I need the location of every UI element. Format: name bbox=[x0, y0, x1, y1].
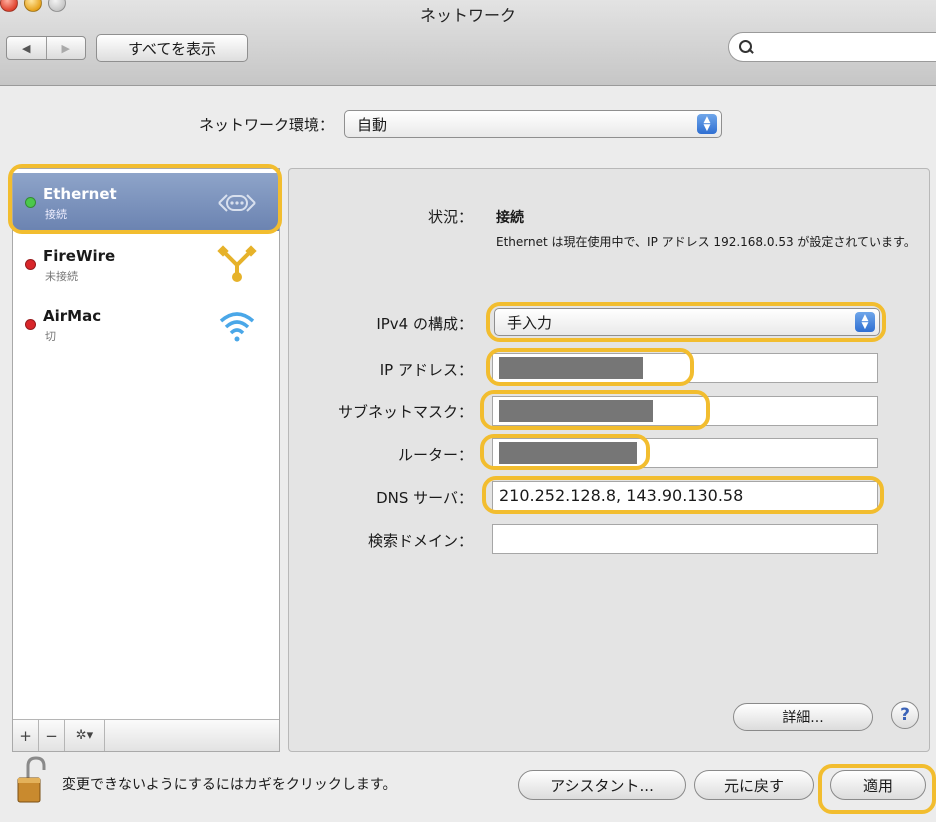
forward-button[interactable]: ▶ bbox=[45, 37, 86, 59]
service-name: AirMac bbox=[43, 307, 102, 325]
wifi-icon bbox=[219, 312, 255, 342]
window-title: ネットワーク bbox=[419, 6, 516, 25]
dns-server-field[interactable]: 210.252.128.8, 143.90.130.58 bbox=[492, 481, 878, 511]
redacted-value bbox=[499, 357, 643, 379]
gear-icon[interactable]: ✲▾ bbox=[65, 720, 105, 751]
ipv4-value: 手入力 bbox=[507, 313, 553, 332]
service-item-firewire[interactable]: FireWire 未接続 bbox=[13, 235, 279, 293]
router-field[interactable] bbox=[492, 438, 878, 468]
redacted-value bbox=[499, 442, 637, 464]
service-list-toolbar: + − ✲▾ bbox=[13, 719, 279, 751]
status-label: 状況： bbox=[427, 208, 473, 226]
service-item-airmac[interactable]: AirMac 切 bbox=[13, 295, 279, 353]
redacted-value bbox=[499, 400, 653, 422]
advanced-button[interactable]: 詳細... bbox=[733, 703, 873, 731]
service-list: Ethernet 接続 FireWire 未接続 AirMac 切 + − ✲▾ bbox=[12, 168, 280, 752]
router-label: ルーター： bbox=[397, 446, 473, 464]
service-detail-pane: 状況： 接続 Ethernet は現在使用中で、IP アドレス 192.168.… bbox=[288, 168, 930, 752]
status-description: Ethernet は現在使用中で、IP アドレス 192.168.0.53 が設… bbox=[496, 235, 916, 249]
status-dot-icon bbox=[25, 319, 36, 330]
dns-server-label: DNS サーバ： bbox=[376, 489, 473, 507]
search-field[interactable] bbox=[728, 32, 936, 62]
lock-icon[interactable] bbox=[14, 756, 54, 806]
ipv4-label: IPv4 の構成： bbox=[376, 315, 473, 333]
subnet-mask-field[interactable] bbox=[492, 396, 878, 426]
search-domain-field[interactable] bbox=[492, 524, 878, 554]
assistant-button[interactable]: アシスタント... bbox=[518, 770, 686, 800]
remove-service-button[interactable]: − bbox=[39, 720, 65, 751]
revert-button[interactable]: 元に戻す bbox=[694, 770, 814, 800]
popup-arrows-icon: ▲ ▼ bbox=[697, 114, 717, 134]
ip-address-field[interactable] bbox=[492, 353, 878, 383]
status-dot-icon bbox=[25, 259, 36, 270]
location-value: 自動 bbox=[357, 115, 388, 134]
back-button[interactable]: ◀ bbox=[7, 37, 46, 59]
service-status: 未接続 bbox=[45, 270, 78, 283]
apply-button[interactable]: 適用 bbox=[830, 770, 926, 800]
window-toolbar: ネットワーク ◀ ▶ すべてを表示 bbox=[0, 0, 936, 86]
status-value: 接続 bbox=[496, 210, 524, 226]
firewire-icon bbox=[217, 245, 257, 282]
location-popup[interactable]: 自動 ▲ ▼ bbox=[344, 110, 722, 138]
subnet-mask-label: サブネットマスク： bbox=[337, 403, 473, 421]
popup-arrows-icon: ▲ ▼ bbox=[855, 312, 875, 332]
lock-hint-text: 変更できないようにするにはカギをクリックします。 bbox=[62, 777, 397, 793]
status-dot-icon bbox=[25, 197, 36, 208]
show-all-button[interactable]: すべてを表示 bbox=[96, 34, 248, 62]
service-name: Ethernet bbox=[43, 185, 117, 203]
search-domain-label: 検索ドメイン： bbox=[367, 532, 473, 550]
service-name: FireWire bbox=[43, 247, 116, 265]
help-button[interactable]: ? bbox=[891, 701, 919, 729]
search-icon bbox=[739, 40, 753, 54]
back-forward-control: ◀ ▶ bbox=[6, 36, 86, 60]
ethernet-icon bbox=[218, 194, 256, 212]
add-service-button[interactable]: + bbox=[13, 720, 39, 751]
service-status: 切 bbox=[45, 330, 56, 343]
service-item-ethernet[interactable]: Ethernet 接続 bbox=[13, 173, 279, 231]
location-label: ネットワーク環境： bbox=[198, 116, 334, 134]
service-status: 接続 bbox=[45, 208, 67, 221]
ipv4-configure-popup[interactable]: 手入力 ▲ ▼ bbox=[494, 308, 880, 336]
ip-address-label: IP アドレス： bbox=[379, 361, 473, 379]
